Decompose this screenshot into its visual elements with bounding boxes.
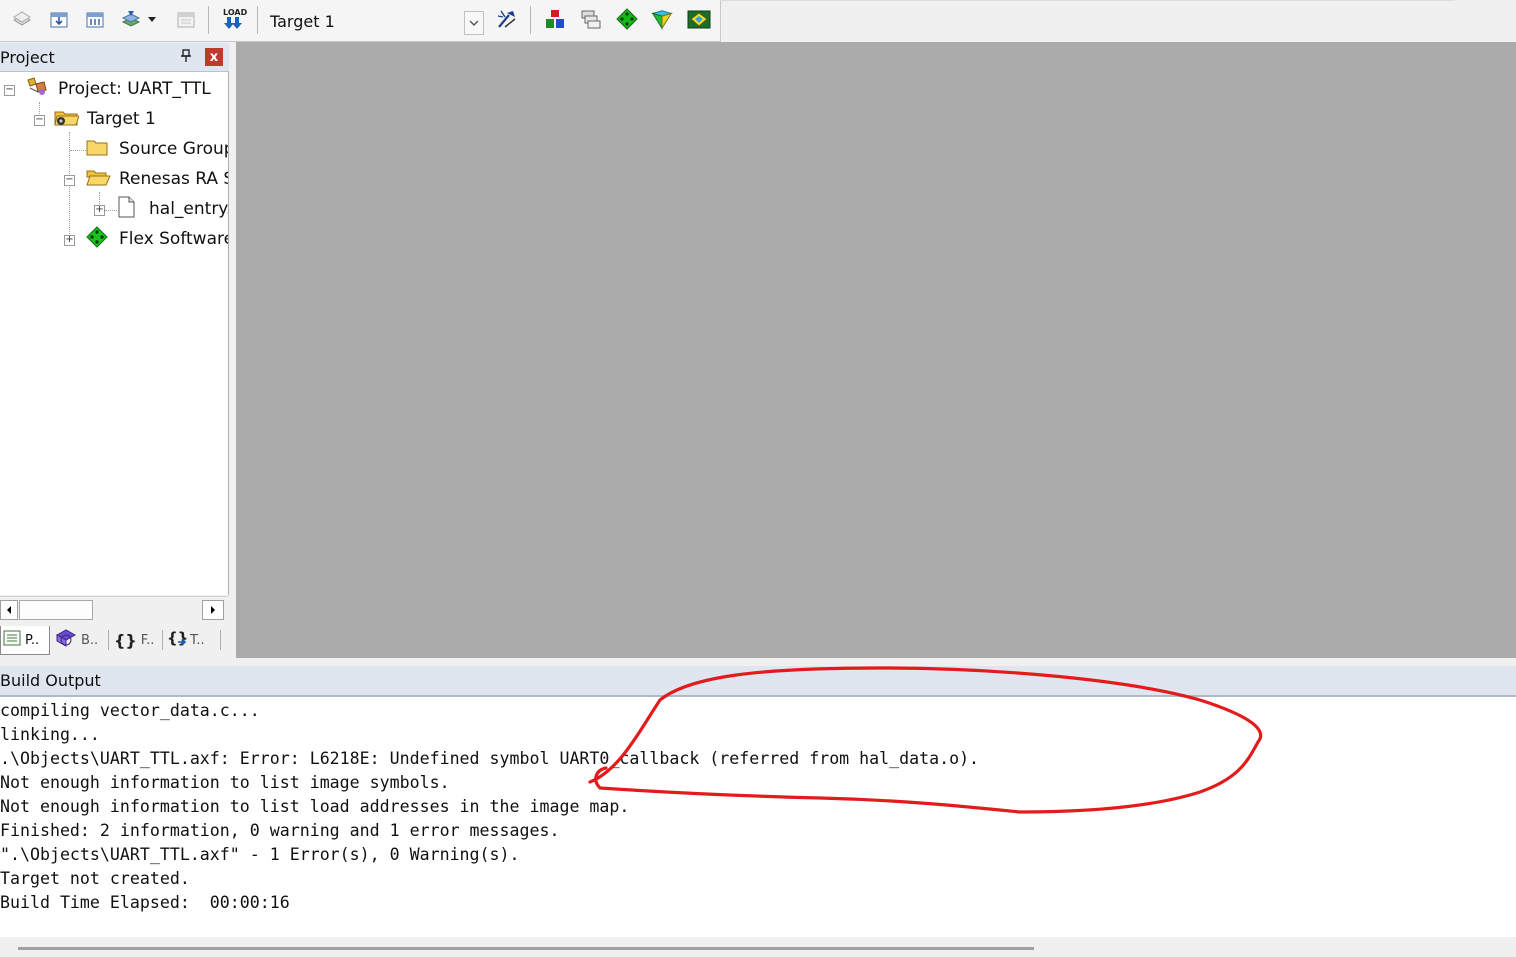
toolbar-separator [257,6,258,34]
chevron-down-icon[interactable] [464,11,484,35]
manage-rte-icon[interactable] [615,7,639,31]
tree-item-flex-software[interactable]: Flex Software [85,225,229,254]
functions-icon: {} [114,630,137,650]
pack-installer-icon[interactable] [650,7,674,31]
templates-icon: {} [166,628,188,652]
output-horizontal-scrollbar[interactable] [0,937,1516,957]
svg-text:{}: {} [167,629,188,647]
scroll-thumb[interactable] [18,947,1034,950]
tab-label: F.. [140,632,155,648]
close-icon[interactable]: x [205,48,223,66]
output-line-error: .\Objects\UART_TTL.axf: Error: L6218E: U… [0,749,980,768]
tree-item-label: Source Group [119,139,229,159]
target-folder-icon [53,106,80,133]
output-line: Target not created. [0,869,190,888]
tree-item-label: Flex Software [119,229,229,249]
load-label: LOAD [223,8,247,17]
batch-build-icon[interactable] [120,7,144,31]
toolbar-separator [208,6,209,34]
tab-separator [220,630,221,650]
collapse-icon[interactable]: − [64,175,75,186]
build-icon[interactable] [47,7,71,31]
manage-project-items-icon[interactable] [543,7,567,31]
chevron-down-icon[interactable] [145,7,159,31]
component-icon [85,225,111,254]
build-output-header: Build Output [0,666,1516,697]
stop-build-icon[interactable] [174,7,198,31]
tab-label: P.. [25,632,40,648]
tab-separator [162,630,163,650]
books-icon [54,627,78,653]
toolbar-separator [530,6,531,34]
select-packs-icon[interactable] [579,7,603,31]
folder-icon [85,136,111,163]
folder-open-icon [85,166,111,193]
tab-separator [108,630,109,650]
tab-books[interactable]: B.. [54,626,106,654]
tab-label: B.. [81,632,99,648]
output-line: linking... [0,725,100,744]
tree-item-label: hal_entry. [149,199,229,219]
project-icon [24,76,50,103]
output-line: Build Time Elapsed: 00:00:16 [0,893,290,912]
tree-connector [70,150,86,151]
translate-icon[interactable] [10,7,34,31]
rebuild-icon[interactable] [83,7,107,31]
tree-connector [69,132,70,242]
tree-item-hal-entry[interactable]: hal_entry. [115,195,229,224]
toolbar-divider [720,0,1455,1]
project-tree: − Project: UART_TTL − Target 1 Source Gr… [0,72,229,595]
tab-label: T.. [190,632,205,648]
target-select[interactable]: Target 1 [262,7,484,35]
target-select-value: Target 1 [270,12,335,31]
file-icon [115,195,141,224]
output-line: Finished: 2 information, 0 warning and 1… [0,821,560,840]
scroll-right-icon[interactable] [202,600,224,620]
project-tab-icon [3,630,21,650]
tab-project[interactable]: P.. [0,626,50,655]
tree-item-label: Target 1 [87,109,156,129]
project-panel-header: Project x [0,43,229,72]
tab-functions[interactable]: {} F.. [114,626,160,654]
tree-item-source-group[interactable]: Source Group [85,136,229,163]
scroll-thumb[interactable] [19,600,93,620]
download-icon[interactable]: LOAD [221,7,247,31]
output-line: ".\Objects\UART_TTL.axf" - 1 Error(s), 0… [0,845,520,864]
build-output-title: Build Output [0,671,101,690]
output-line: Not enough information to list image sym… [0,773,450,792]
tree-horizontal-scrollbar[interactable] [0,596,228,622]
build-output-window[interactable]: compiling vector_data.c... linking... .\… [0,697,1516,937]
output-line: compiling vector_data.c... [0,701,260,720]
ra-smart-configurator-icon[interactable] [686,7,712,31]
output-line: Not enough information to list load addr… [0,797,630,816]
tab-templates[interactable]: {} T.. [166,626,218,654]
editor-area [236,42,1516,658]
tree-item-renesas-ra[interactable]: Renesas RA Sı [85,166,229,193]
scroll-left-icon[interactable] [0,600,18,620]
tree-item-target[interactable]: Target 1 [53,106,156,132]
project-panel-title: Project [0,48,55,67]
pin-icon[interactable] [180,49,192,67]
tree-item-label: Project: UART_TTL [58,79,211,99]
expand-icon[interactable]: + [94,205,105,216]
toolbar: LOAD Target 1 [0,0,721,42]
tree-item-project[interactable]: Project: UART_TTL [24,76,211,102]
collapse-icon[interactable]: − [4,85,15,96]
collapse-icon[interactable]: − [34,115,45,126]
options-for-target-icon[interactable] [495,7,519,31]
panel-splitter[interactable] [229,42,236,658]
expand-icon[interactable]: + [64,235,75,246]
tree-item-label: Renesas RA Sı [119,169,229,189]
project-panel-tabs: P.. B.. {} F.. {} T.. [0,624,229,656]
